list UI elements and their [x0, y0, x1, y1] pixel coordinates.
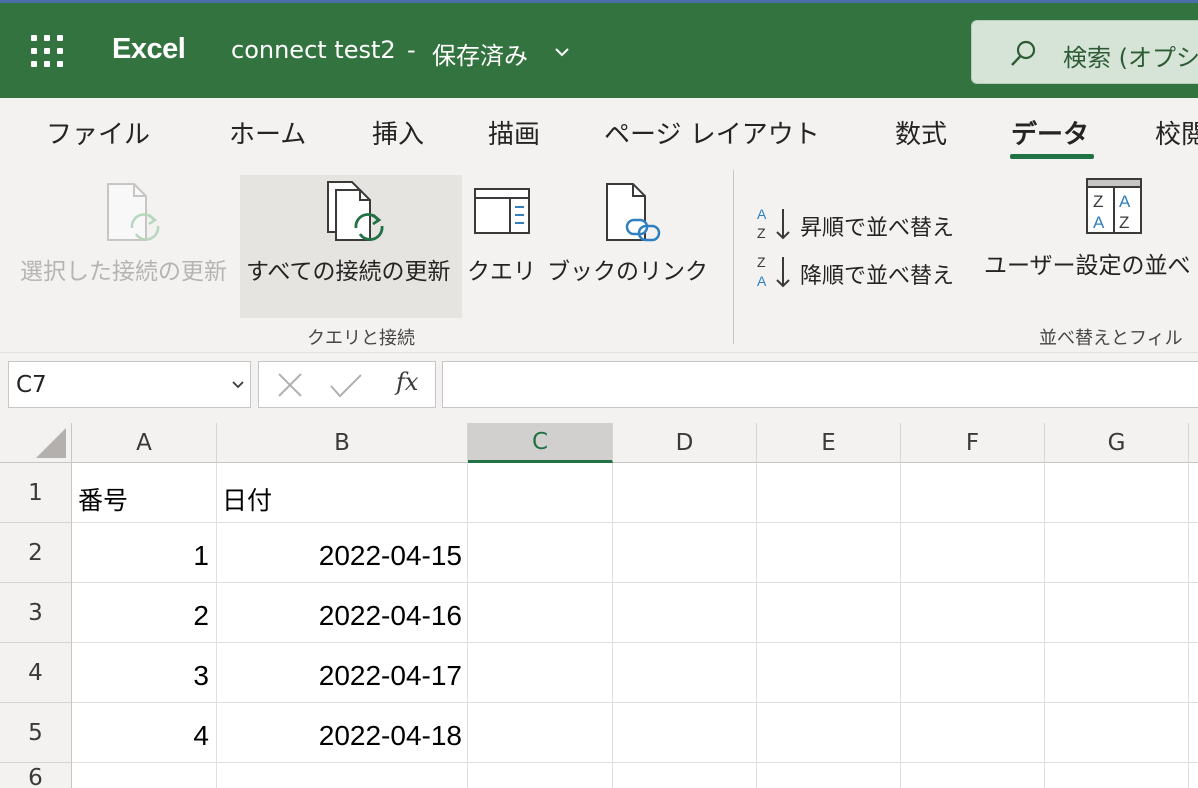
- sort-descending-icon[interactable]: Z A: [756, 253, 792, 289]
- chevron-down-icon[interactable]: [554, 47, 570, 57]
- column-header-c[interactable]: C: [468, 423, 613, 463]
- group-label-queries: クエリと接続: [307, 328, 415, 349]
- sort-descending-button[interactable]: 降順で並べ替え: [800, 258, 954, 290]
- cell-b4[interactable]: 2022-04-17: [319, 660, 462, 692]
- search-box[interactable]: 検索 (オプシ: [971, 20, 1198, 84]
- spreadsheet-grid: A B C D E F G 1 2 3 4 5 6 番号 日付 1 2022-0…: [0, 423, 1198, 788]
- check-icon[interactable]: [329, 373, 363, 399]
- group-divider: [733, 170, 734, 344]
- app-launcher-icon[interactable]: [31, 35, 63, 67]
- gridline: [1188, 463, 1189, 788]
- gridline: [756, 463, 757, 788]
- refresh-all-icon: [327, 181, 384, 241]
- formula-input[interactable]: [442, 361, 1198, 408]
- workbook-links-icon: [606, 183, 661, 242]
- document-separator: -: [407, 36, 416, 64]
- cell-b2[interactable]: 2022-04-15: [319, 540, 462, 572]
- gridline: [612, 463, 613, 788]
- cell-b3[interactable]: 2022-04-16: [319, 600, 462, 632]
- tab-formulas[interactable]: 数式: [895, 114, 947, 151]
- tab-page-layout[interactable]: ページ レイアウト: [604, 114, 820, 151]
- column-header-g[interactable]: G: [1045, 423, 1189, 463]
- svg-text:A: A: [1093, 213, 1105, 232]
- row-header-3[interactable]: 3: [0, 583, 72, 643]
- gridline: [72, 522, 1198, 523]
- row-header-6[interactable]: 6: [0, 763, 72, 788]
- column-header-b[interactable]: B: [217, 423, 468, 463]
- active-tab-indicator: [1010, 154, 1094, 159]
- workbook-links-button[interactable]: ブックのリンク: [547, 252, 708, 286]
- title-bar: Excel connect test2 - 保存済み 検索 (オプシ: [0, 0, 1198, 98]
- tab-file[interactable]: ファイル: [46, 114, 150, 151]
- row-header-4[interactable]: 4: [0, 643, 72, 703]
- custom-sort-icon: Z A A Z: [1086, 178, 1142, 234]
- gridline: [72, 642, 1198, 643]
- cell-a4[interactable]: 3: [193, 660, 209, 692]
- document-name[interactable]: connect test2: [231, 36, 396, 64]
- sort-ascending-button[interactable]: 昇順で並べ替え: [800, 210, 954, 242]
- column-header-row: A B C D E F G: [0, 423, 1198, 463]
- gridline: [216, 463, 217, 788]
- svg-text:Z: Z: [757, 225, 766, 241]
- cell-a3[interactable]: 2: [193, 600, 209, 632]
- column-header-a[interactable]: A: [72, 423, 217, 463]
- sort-ascending-icon[interactable]: A Z: [756, 205, 792, 241]
- gridline: [72, 702, 1198, 703]
- save-status[interactable]: 保存済み: [432, 36, 528, 71]
- name-box-value: C7: [16, 372, 47, 398]
- row-header-2[interactable]: 2: [0, 523, 72, 583]
- svg-text:A: A: [757, 273, 767, 289]
- queries-icon: [474, 188, 530, 234]
- app-name[interactable]: Excel: [112, 33, 186, 66]
- custom-sort-button[interactable]: ユーザー設定の並べ: [984, 246, 1191, 280]
- tab-review[interactable]: 校閲: [1155, 114, 1198, 151]
- insert-function-button[interactable]: fx: [396, 368, 418, 396]
- chevron-down-icon[interactable]: [232, 381, 244, 389]
- group-label-sort-filter: 並べ替えとフィル: [1039, 328, 1183, 349]
- tab-home[interactable]: ホーム: [229, 114, 306, 151]
- formula-buttons: fx: [258, 361, 436, 408]
- row-header-1[interactable]: 1: [0, 463, 72, 523]
- column-header-f[interactable]: F: [901, 423, 1045, 463]
- tab-draw[interactable]: 描画: [488, 114, 540, 151]
- select-all-button[interactable]: [0, 423, 72, 463]
- svg-text:Z: Z: [1093, 192, 1103, 211]
- refresh-selected-button[interactable]: 選択した接続の更新: [20, 252, 227, 286]
- gridline: [72, 762, 1198, 763]
- cell-a2[interactable]: 1: [193, 540, 209, 572]
- cell-a5[interactable]: 4: [193, 720, 209, 752]
- ribbon: ファイル ホーム 挿入 描画 ページ レイアウト 数式 データ 校閲 選択した接…: [0, 98, 1198, 353]
- svg-text:Z: Z: [1119, 213, 1129, 232]
- gridline: [72, 582, 1198, 583]
- name-box[interactable]: C7: [8, 361, 251, 408]
- gridline: [900, 463, 901, 788]
- svg-text:A: A: [1119, 192, 1131, 211]
- tab-insert[interactable]: 挿入: [372, 114, 424, 151]
- column-header-d[interactable]: D: [613, 423, 757, 463]
- search-icon: [1011, 40, 1036, 66]
- svg-text:A: A: [757, 206, 767, 222]
- close-icon[interactable]: [277, 372, 303, 398]
- cell-b5[interactable]: 2022-04-18: [319, 720, 462, 752]
- tab-data[interactable]: データ: [1011, 114, 1089, 151]
- refresh-all-button[interactable]: すべての接続の更新: [246, 252, 450, 286]
- select-all-icon: [36, 428, 66, 458]
- search-placeholder: 検索 (オプシ: [1063, 44, 1198, 72]
- gridline: [1044, 463, 1045, 788]
- row-header-5[interactable]: 5: [0, 703, 72, 763]
- refresh-selected-icon: [107, 183, 160, 241]
- cell-b1[interactable]: 日付: [222, 481, 272, 517]
- svg-text:Z: Z: [757, 254, 766, 270]
- cell-a1[interactable]: 番号: [78, 481, 128, 517]
- queries-button[interactable]: クエリ: [467, 252, 536, 286]
- formula-bar: C7 fx: [0, 353, 1198, 423]
- column-header-e[interactable]: E: [757, 423, 901, 463]
- gridline: [467, 463, 468, 788]
